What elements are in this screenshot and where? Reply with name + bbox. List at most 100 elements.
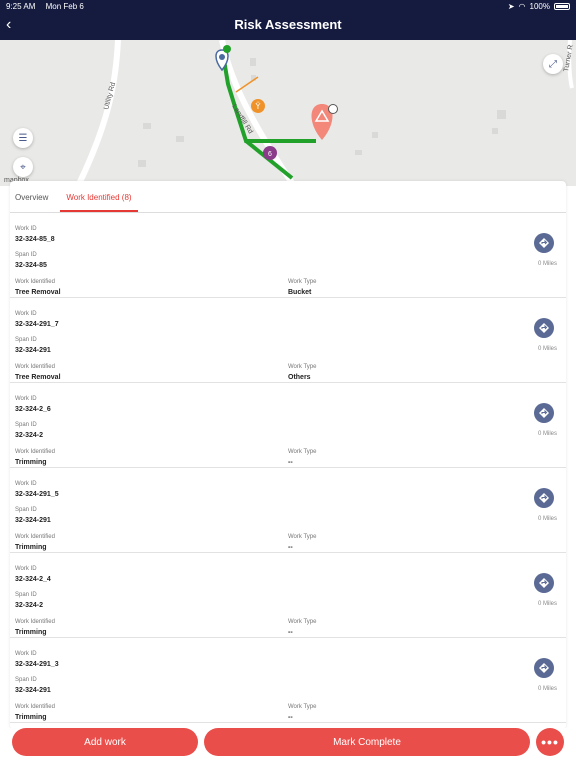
directions-button[interactable] xyxy=(534,658,554,678)
distance-value: 0 Miles xyxy=(537,516,557,522)
directions-button[interactable] xyxy=(534,233,554,253)
distance-value: 0 Miles xyxy=(537,261,557,267)
distance-value: 0 Miles xyxy=(537,601,557,607)
work-type-value: -- xyxy=(288,629,293,636)
cluster-marker: 6 xyxy=(263,146,277,160)
work-type-label: Work Type xyxy=(288,619,317,625)
work-identified-value: Trimming xyxy=(15,714,47,721)
page-title: Risk Assessment xyxy=(234,17,342,32)
work-id-value: 32-324-291_7 xyxy=(15,321,59,328)
span-id-label: Span ID xyxy=(15,592,37,598)
work-type-label: Work Type xyxy=(288,364,317,370)
directions-button[interactable] xyxy=(534,318,554,338)
work-identified-value: Trimming xyxy=(15,544,47,551)
work-item[interactable]: Work ID 32-324-291_5 Span ID 32-324-291 … xyxy=(10,468,566,553)
status-time: 9:25 AM xyxy=(6,2,36,11)
tab-overview[interactable]: Overview xyxy=(15,193,48,210)
status-bar-left: 9:25 AM Mon Feb 6 xyxy=(6,2,92,11)
status-bar-right: ➤ ◠ 100% xyxy=(508,2,570,11)
work-identified-value: Trimming xyxy=(15,459,47,466)
work-item[interactable]: Work ID 32-324-2_6 Span ID 32-324-2 Work… xyxy=(10,383,566,468)
work-id-value: 32-324-2_4 xyxy=(15,576,51,583)
span-id-value: 32-324-2 xyxy=(15,602,44,609)
work-type-label: Work Type xyxy=(288,704,317,710)
work-type-value: Bucket xyxy=(288,289,312,296)
battery-icon xyxy=(554,3,570,10)
location-icon: ➤ xyxy=(507,2,515,11)
work-identified-label: Work Identified xyxy=(15,704,55,710)
work-identified-value: Tree Removal xyxy=(15,374,61,381)
work-type-value: -- xyxy=(288,459,293,466)
locate-icon[interactable]: ⌖ xyxy=(13,157,33,177)
more-options-icon[interactable]: ••• xyxy=(536,728,564,756)
work-item[interactable]: Work ID 32-324-2_4 Span ID 32-324-2 Work… xyxy=(10,553,566,638)
work-id-value: 32-324-2_6 xyxy=(15,406,51,413)
work-id-label: Work ID xyxy=(15,566,37,572)
work-item[interactable]: Work ID 32-324-291_3 Span ID 32-324-291 … xyxy=(10,638,566,723)
app-header: 9:25 AM Mon Feb 6 ➤ ◠ 100% ‹ Risk Assess… xyxy=(0,0,576,40)
work-identified-value: Tree Removal xyxy=(15,289,61,296)
work-id-value: 32-324-85_8 xyxy=(15,236,55,243)
work-identified-label: Work Identified xyxy=(15,534,55,540)
directions-icon xyxy=(539,408,549,418)
directions-icon xyxy=(539,578,549,588)
tab-work-identified[interactable]: Work Identified (8) xyxy=(60,193,138,212)
map-canvas: Utility Rd Landfill Rd Turner R Ÿ 6 xyxy=(0,40,576,186)
span-id-value: 32-324-291 xyxy=(15,687,51,694)
cluster-count: 6 xyxy=(268,151,272,158)
mark-complete-button[interactable]: Mark Complete xyxy=(204,728,530,756)
work-item[interactable]: Work ID 32-324-291_7 Span ID 32-324-291 … xyxy=(10,298,566,383)
work-id-label: Work ID xyxy=(15,311,37,317)
svg-text:Ÿ: Ÿ xyxy=(255,101,261,111)
work-id-label: Work ID xyxy=(15,481,37,487)
distance-value: 0 Miles xyxy=(537,346,557,352)
status-date: Mon Feb 6 xyxy=(45,2,84,11)
directions-button[interactable] xyxy=(534,488,554,508)
span-id-label: Span ID xyxy=(15,337,37,343)
work-id-label: Work ID xyxy=(15,396,37,402)
battery-percent: 100% xyxy=(529,2,550,11)
work-id-value: 32-324-291_5 xyxy=(15,491,59,498)
work-id-label: Work ID xyxy=(15,651,37,657)
work-identified-label: Work Identified xyxy=(15,364,55,370)
layers-list-icon[interactable]: ☰ xyxy=(13,128,33,148)
span-id-value: 32-324-291 xyxy=(15,347,51,354)
work-type-value: Others xyxy=(288,374,311,381)
work-type-value: -- xyxy=(288,544,293,551)
distance-value: 0 Miles xyxy=(537,431,557,437)
directions-button[interactable] xyxy=(534,573,554,593)
distance-value: 0 Miles xyxy=(537,686,557,692)
equipment-marker-icon: Ÿ xyxy=(251,99,265,113)
work-identified-value: Trimming xyxy=(15,629,47,636)
directions-icon xyxy=(539,493,549,503)
action-footer: Add work Mark Complete ••• xyxy=(0,728,576,768)
directions-icon xyxy=(539,323,549,333)
fullscreen-icon[interactable]: ⤢ xyxy=(543,54,563,74)
span-id-label: Span ID xyxy=(15,252,37,258)
work-identified-label: Work Identified xyxy=(15,279,55,285)
span-id-label: Span ID xyxy=(15,422,37,428)
map-view[interactable]: Utility Rd Landfill Rd Turner R Ÿ 6 ☰ ⌖ … xyxy=(0,40,576,186)
work-type-label: Work Type xyxy=(288,449,317,455)
directions-button[interactable] xyxy=(534,403,554,423)
work-identified-label: Work Identified xyxy=(15,619,55,625)
work-list: Work ID 32-324-85_8 Span ID 32-324-85 Wo… xyxy=(10,213,566,723)
directions-icon xyxy=(539,238,549,248)
work-identified-label: Work Identified xyxy=(15,449,55,455)
span-id-value: 32-324-2 xyxy=(15,432,44,439)
work-type-value: -- xyxy=(288,714,293,721)
work-type-label: Work Type xyxy=(288,279,317,285)
span-id-label: Span ID xyxy=(15,677,37,683)
add-work-button[interactable]: Add work xyxy=(12,728,198,756)
span-id-value: 32-324-291 xyxy=(15,517,51,524)
work-id-value: 32-324-291_3 xyxy=(15,661,59,668)
work-type-label: Work Type xyxy=(288,534,317,540)
work-panel: Overview Work Identified (8) Work ID 32-… xyxy=(10,181,566,729)
directions-icon xyxy=(539,663,549,673)
tab-bar: Overview Work Identified (8) xyxy=(10,181,566,213)
span-id-label: Span ID xyxy=(15,507,37,513)
work-id-label: Work ID xyxy=(15,226,37,232)
work-item[interactable]: Work ID 32-324-85_8 Span ID 32-324-85 Wo… xyxy=(10,213,566,298)
wifi-icon: ◠ xyxy=(518,2,526,11)
span-id-value: 32-324-85 xyxy=(15,262,47,269)
